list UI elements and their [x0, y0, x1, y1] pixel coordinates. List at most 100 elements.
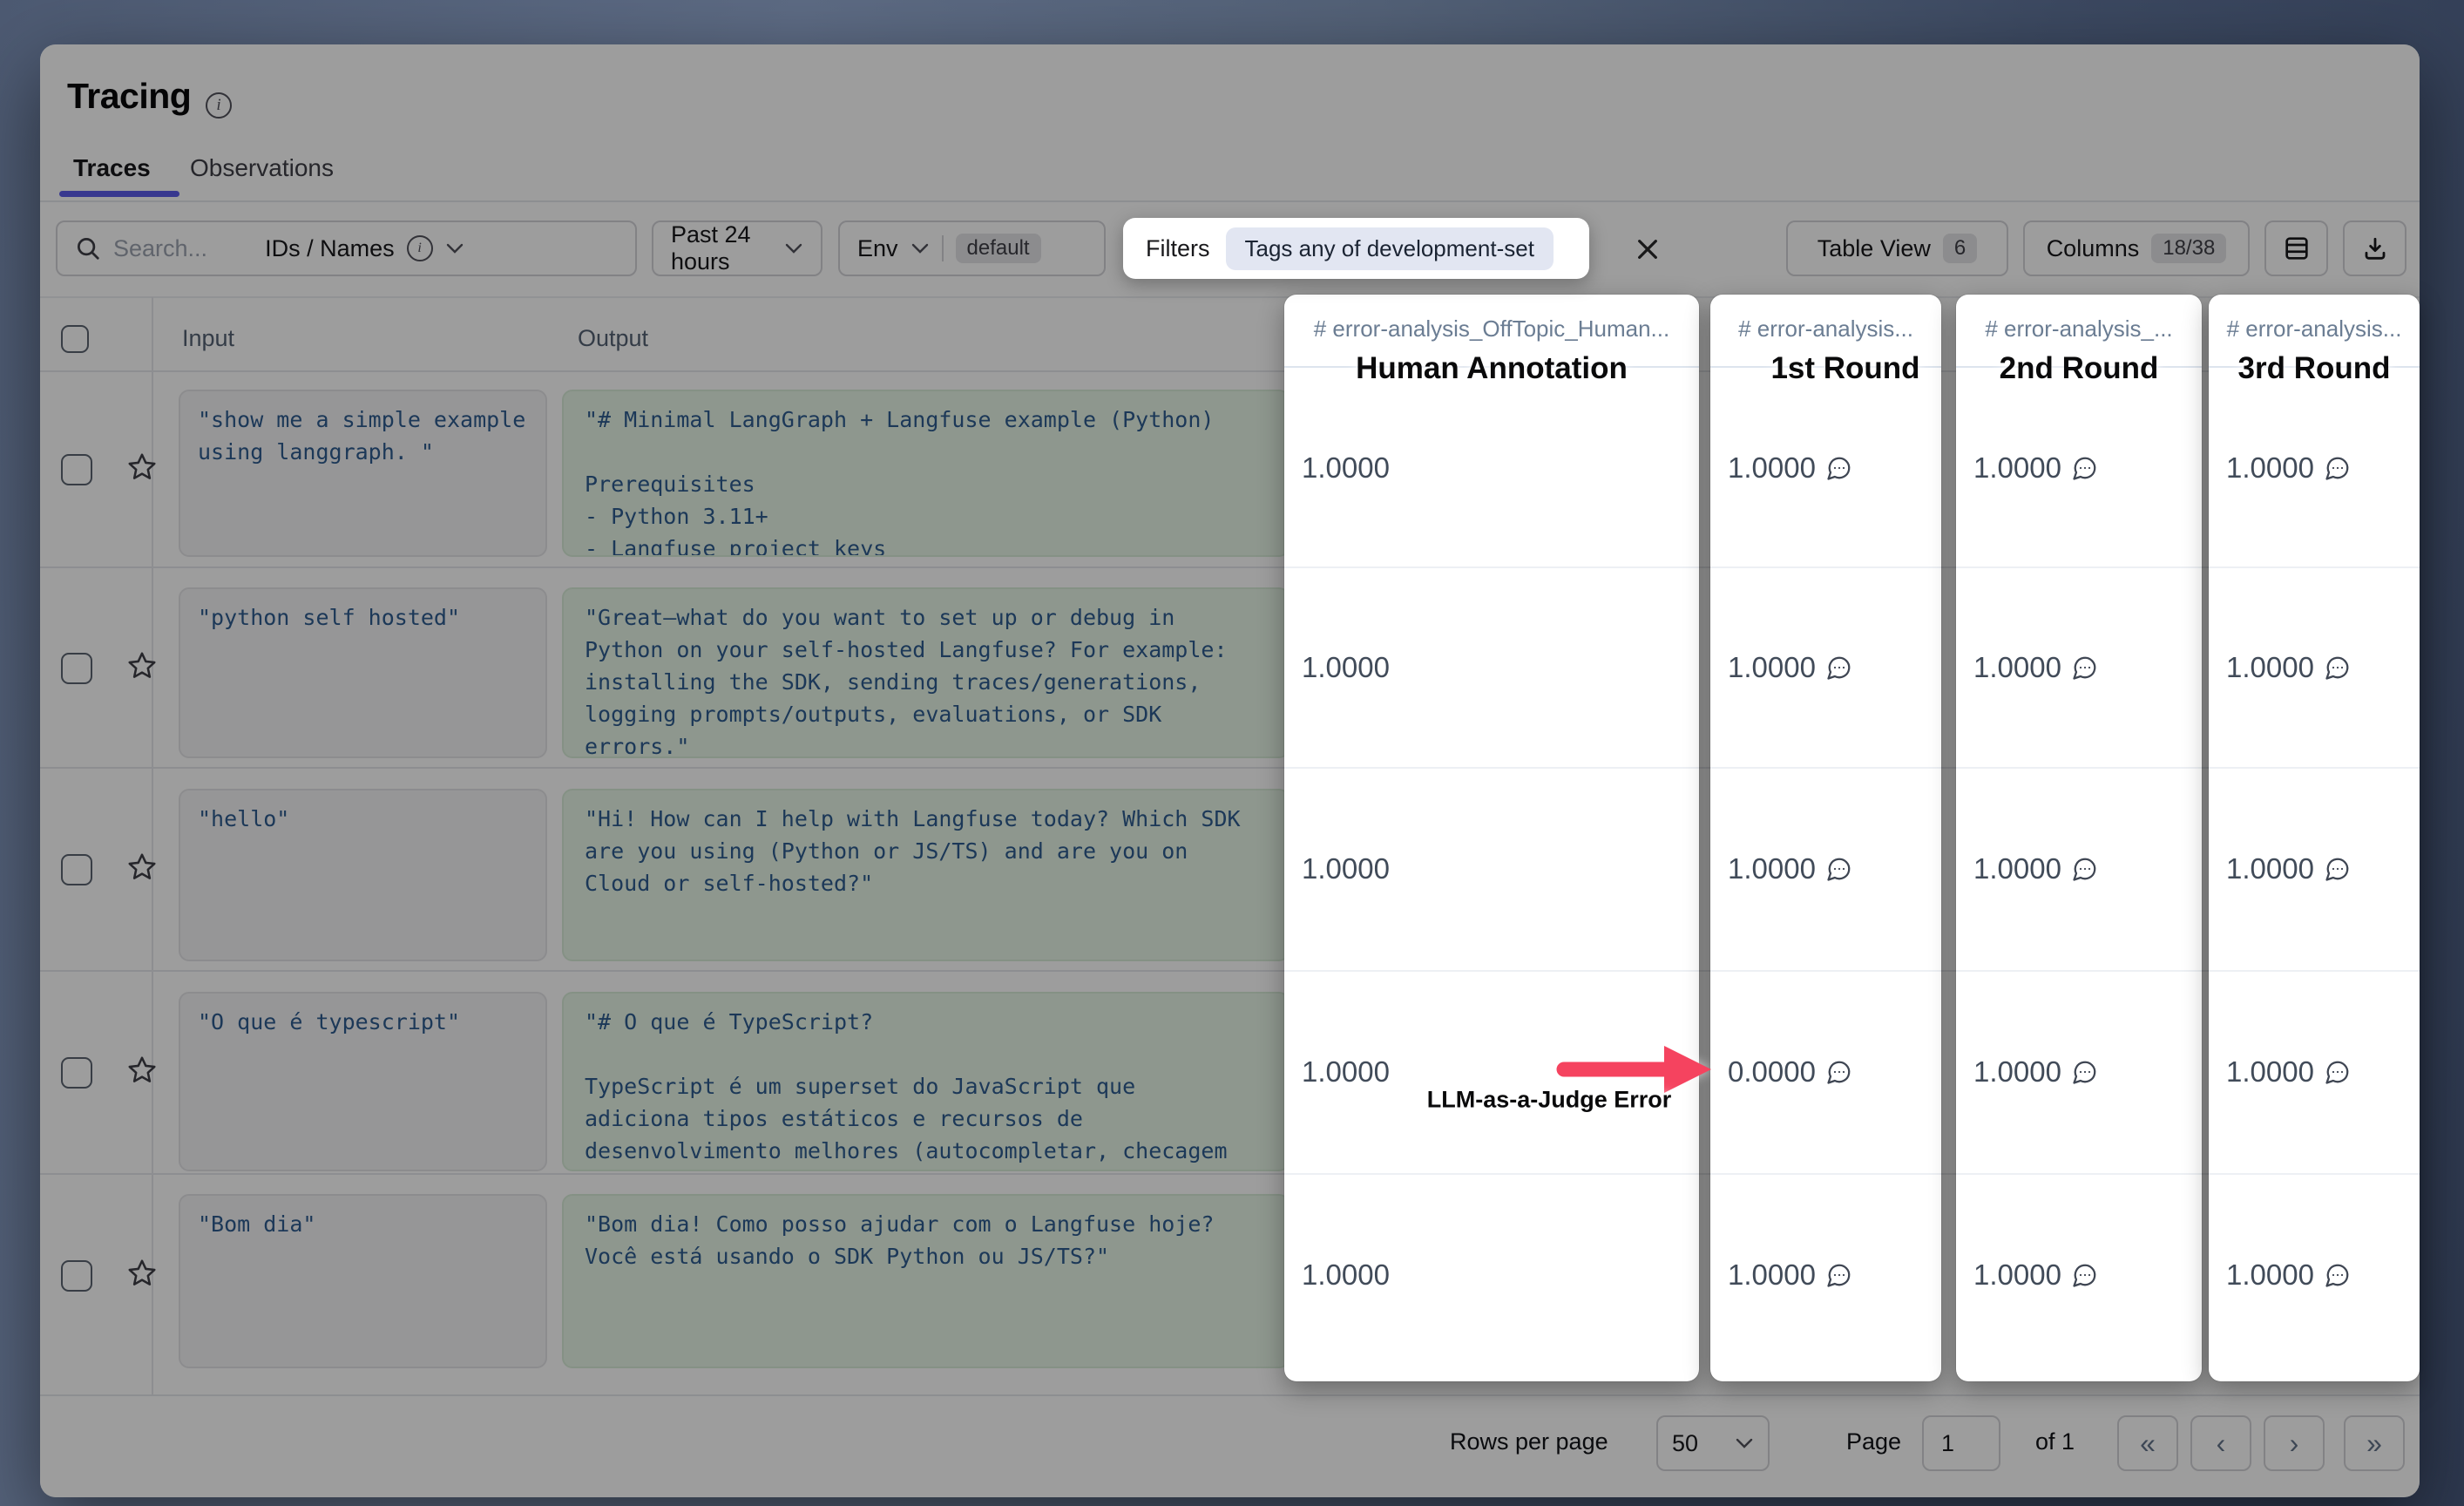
input-cell[interactable]: "hello" — [179, 789, 547, 961]
score-value[interactable]: 1.0000 — [1973, 1055, 2098, 1089]
score-value[interactable]: 1.0000 — [1302, 1055, 1390, 1089]
star-icon[interactable] — [125, 1054, 159, 1087]
score-value[interactable]: 1.0000 — [1973, 852, 2098, 885]
comment-icon[interactable] — [1826, 1262, 1852, 1288]
score-value[interactable]: 1.0000 — [1302, 852, 1390, 885]
star-icon[interactable] — [125, 451, 159, 484]
input-cell[interactable]: "Bom dia" — [179, 1194, 547, 1368]
columns-count-badge: 18/38 — [2151, 234, 2226, 263]
output-cell[interactable]: "# O que é TypeScript? TypeScript é um s… — [562, 992, 1290, 1171]
table-view-button[interactable]: Table View 6 — [1786, 220, 2008, 276]
row-checkbox[interactable] — [61, 653, 92, 684]
score-value[interactable]: 1.0000 — [1973, 451, 2098, 485]
last-page-button[interactable]: » — [2344, 1415, 2405, 1471]
input-cell[interactable]: "show me a simple example using langgrap… — [179, 390, 547, 557]
comment-icon[interactable] — [1826, 655, 1852, 681]
column-header-input[interactable]: Input — [182, 325, 234, 352]
annotation-human-annotation: Human Annotation — [1356, 351, 1628, 386]
score-value[interactable]: 1.0000 — [1302, 651, 1390, 684]
first-page-button[interactable]: « — [2117, 1415, 2178, 1471]
output-cell[interactable]: "Bom dia! Como posso ajudar com o Langfu… — [562, 1194, 1290, 1368]
star-icon[interactable] — [125, 1257, 159, 1290]
comment-icon[interactable] — [2072, 455, 2098, 481]
filters-button[interactable]: Filters Tags any of development-set — [1123, 218, 1589, 279]
input-cell[interactable]: "O que é typescript" — [179, 992, 547, 1171]
divider — [942, 235, 944, 261]
score-column-header[interactable]: # error-analysis_... — [1956, 315, 2202, 343]
active-tab-indicator — [59, 191, 179, 197]
score-value[interactable]: 1.0000 — [1302, 1258, 1390, 1292]
time-range-filter[interactable]: Past 24 hours — [652, 220, 822, 276]
tab-observations[interactable]: Observations — [190, 146, 334, 191]
score-value[interactable]: 1.0000 — [1728, 1258, 1852, 1292]
comment-icon[interactable] — [2072, 856, 2098, 882]
rows-per-page-select[interactable]: 50 — [1656, 1415, 1770, 1471]
search-mode-label: IDs / Names — [265, 235, 395, 262]
comment-icon[interactable] — [2325, 1262, 2351, 1288]
comment-icon[interactable] — [2325, 1059, 2351, 1085]
row-checkbox[interactable] — [61, 1057, 92, 1089]
score-value[interactable]: 1.0000 — [2226, 1055, 2351, 1089]
score-column-3rd-round: # error-analysis... 1.0000 1.0000 1.0000… — [2209, 295, 2420, 1381]
comment-icon[interactable] — [1826, 1059, 1852, 1085]
score-value[interactable]: 1.0000 — [1728, 852, 1852, 885]
score-value[interactable]: 1.0000 — [1973, 651, 2098, 684]
info-icon: i — [407, 235, 433, 261]
annotation-2nd-round: 2nd Round — [2000, 351, 2159, 386]
search-icon — [75, 235, 101, 261]
score-value[interactable]: 1.0000 — [2226, 451, 2351, 485]
comment-icon[interactable] — [2072, 1059, 2098, 1085]
table-view-count-badge: 6 — [1943, 234, 1977, 263]
column-header-output[interactable]: Output — [578, 325, 648, 352]
env-filter[interactable]: Env default — [838, 220, 1106, 276]
row-height-button[interactable] — [2264, 220, 2328, 276]
score-column-header[interactable]: # error-analysis... — [2209, 315, 2420, 343]
score-value[interactable]: 1.0000 — [1973, 1258, 2098, 1292]
close-icon — [1634, 235, 1662, 263]
annotation-3rd-round: 3rd Round — [2238, 351, 2391, 386]
comment-icon[interactable] — [2072, 1262, 2098, 1288]
table-rows-icon — [2283, 234, 2311, 262]
search-input[interactable]: Search... IDs / Names i — [56, 220, 637, 276]
score-column-header[interactable]: # error-analysis... — [1710, 315, 1941, 343]
score-value[interactable]: 1.0000 — [1728, 651, 1852, 684]
score-column-header[interactable]: # error-analysis_OffTopic_Human... — [1284, 315, 1699, 343]
chevron-down-icon — [910, 242, 930, 254]
score-column-human-annotation: # error-analysis_OffTopic_Human... 1.000… — [1284, 295, 1699, 1381]
tab-traces[interactable]: Traces — [73, 146, 151, 191]
score-value-error[interactable]: 0.0000 — [1728, 1055, 1852, 1089]
comment-icon[interactable] — [2325, 455, 2351, 481]
previous-page-button[interactable]: ‹ — [2190, 1415, 2251, 1471]
export-button[interactable] — [2343, 220, 2406, 276]
info-icon[interactable]: i — [206, 92, 232, 119]
filter-chip[interactable]: Tags any of development-set — [1226, 227, 1554, 270]
columns-button[interactable]: Columns 18/38 — [2023, 220, 2250, 276]
rows-per-page-label: Rows per page — [1450, 1428, 1608, 1455]
star-icon[interactable] — [125, 851, 159, 884]
page-number-input[interactable]: 1 — [1922, 1415, 2000, 1471]
row-checkbox[interactable] — [61, 1260, 92, 1292]
env-value-badge: default — [956, 234, 1041, 263]
row-checkbox[interactable] — [61, 454, 92, 485]
output-cell[interactable]: "# Minimal LangGraph + Langfuse example … — [562, 390, 1290, 557]
comment-icon[interactable] — [2325, 655, 2351, 681]
output-cell[interactable]: "Hi! How can I help with Langfuse today?… — [562, 789, 1290, 961]
score-value[interactable]: 1.0000 — [1728, 451, 1852, 485]
score-value[interactable]: 1.0000 — [1302, 451, 1390, 485]
select-all-checkbox[interactable] — [61, 325, 89, 353]
comment-icon[interactable] — [2325, 856, 2351, 882]
clear-filters-icon[interactable] — [1628, 229, 1668, 269]
score-value[interactable]: 1.0000 — [2226, 852, 2351, 885]
comment-icon[interactable] — [1826, 856, 1852, 882]
comment-icon[interactable] — [1826, 455, 1852, 481]
download-icon — [2361, 234, 2389, 262]
input-cell[interactable]: "python self hosted" — [179, 587, 547, 758]
next-page-button[interactable]: › — [2264, 1415, 2325, 1471]
comment-icon[interactable] — [2072, 655, 2098, 681]
score-value[interactable]: 1.0000 — [2226, 1258, 2351, 1292]
page-label: Page — [1846, 1428, 1901, 1455]
row-checkbox[interactable] — [61, 854, 92, 885]
output-cell[interactable]: "Great—what do you want to set up or deb… — [562, 587, 1290, 758]
star-icon[interactable] — [125, 649, 159, 682]
score-value[interactable]: 1.0000 — [2226, 651, 2351, 684]
